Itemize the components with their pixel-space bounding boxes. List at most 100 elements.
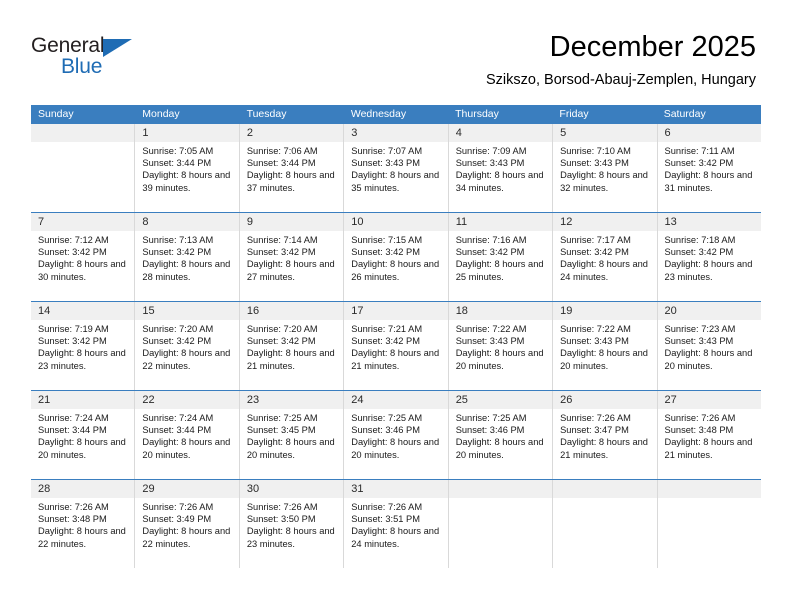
weekday-header-tuesday: Tuesday xyxy=(246,108,287,120)
day-cell[interactable]: 4 Sunrise: 7:09 AM Sunset: 3:43 PM Daylight… xyxy=(448,124,554,212)
day-sun-info: Sunrise: 7:25 AM Sunset: 3:45 PM Daylight:… xyxy=(240,409,343,461)
day-cell[interactable]: 17 Sunrise: 7:21 AM Sunset: 3:42 PM Dayligh… xyxy=(344,302,449,390)
day-number: 5 xyxy=(553,124,657,142)
day-cell[interactable]: 10 Sunrise: 7:15 AM Sunset: 3:42 PM Dayligh… xyxy=(344,213,449,301)
day-cell[interactable]: 5 Sunrise: 7:10 AM Sunset: 3:43 PM Daylight… xyxy=(553,124,658,212)
sunrise-text: Sunrise: 7:17 AM xyxy=(560,235,631,245)
daylight-text: Daylight: 8 hours and 20 minutes. xyxy=(560,348,648,371)
day-cell[interactable]: 1 Sunrise: 7:05 AM Sunset: 3:44 PM Daylight… xyxy=(135,124,240,212)
day-sun-info: Sunrise: 7:12 AM Sunset: 3:42 PM Daylight:… xyxy=(31,231,134,283)
day-sun-info: Sunrise: 7:25 AM Sunset: 3:46 PM Daylight:… xyxy=(344,409,447,461)
day-cell[interactable]: 20 Sunrise: 7:23 AM Sunset: 3:43 PM Dayligh… xyxy=(657,302,761,390)
sunset-text: Sunset: 3:44 PM xyxy=(38,425,107,436)
day-cell[interactable]: 31 Sunrise: 7:26 AM Sunset: 3:51 PM Dayligh… xyxy=(344,480,449,568)
general-blue-logo: General Blue xyxy=(31,34,161,82)
sunset-text: Sunset: 3:43 PM xyxy=(560,336,629,347)
sunrise-text: Sunrise: 7:11 AM xyxy=(664,146,735,156)
sunrise-text: Sunrise: 7:25 AM xyxy=(246,413,318,423)
day-cell[interactable]: 26 Sunrise: 7:26 AM Sunset: 3:47 PM Dayligh… xyxy=(553,391,658,479)
sunset-text: Sunset: 3:45 PM xyxy=(246,425,316,436)
day-cell[interactable]: 18 Sunrise: 7:22 AM Sunset: 3:43 PM Dayligh… xyxy=(448,302,554,390)
day-number: 2 xyxy=(239,124,344,142)
day-number: 20 xyxy=(657,302,761,320)
day-number: 10 xyxy=(344,213,448,231)
day-number: 16 xyxy=(239,302,344,320)
day-cell[interactable]: 12 Sunrise: 7:17 AM Sunset: 3:42 PM Dayligh… xyxy=(553,213,658,301)
day-number: 4 xyxy=(448,124,553,142)
day-sun-info: Sunrise: 7:24 AM Sunset: 3:44 PM Daylight:… xyxy=(135,409,238,461)
day-number: 6 xyxy=(657,124,761,142)
day-cell[interactable]: 24 Sunrise: 7:25 AM Sunset: 3:46 PM Dayligh… xyxy=(344,391,449,479)
sunset-text: Sunset: 3:43 PM xyxy=(455,158,525,169)
day-cell[interactable]: 7 Sunrise: 7:12 AM Sunset: 3:42 PM Daylight… xyxy=(31,213,136,301)
day-sun-info: Sunrise: 7:17 AM Sunset: 3:42 PM Daylight:… xyxy=(553,231,656,283)
sunset-text: Sunset: 3:44 PM xyxy=(142,425,212,436)
day-sun-info: Sunrise: 7:25 AM Sunset: 3:46 PM Daylight:… xyxy=(449,409,552,461)
day-cell[interactable]: 14 Sunrise: 7:19 AM Sunset: 3:42 PM Dayligh… xyxy=(31,302,136,390)
sunrise-text: Sunrise: 7:12 AM xyxy=(38,235,109,245)
day-number: 15 xyxy=(135,302,239,320)
day-cell[interactable]: 30 Sunrise: 7:26 AM Sunset: 3:50 PM Dayligh… xyxy=(239,480,345,568)
day-sun-info: Sunrise: 7:20 AM Sunset: 3:42 PM Daylight:… xyxy=(240,320,343,372)
sunset-text: Sunset: 3:51 PM xyxy=(351,514,420,525)
day-cell[interactable]: 22 Sunrise: 7:24 AM Sunset: 3:44 PM Dayligh… xyxy=(135,391,240,479)
day-cell[interactable]: 21 Sunrise: 7:24 AM Sunset: 3:44 PM Dayligh… xyxy=(31,391,136,479)
day-number: 27 xyxy=(657,391,761,409)
daylight-text: Daylight: 8 hours and 24 minutes. xyxy=(351,526,440,549)
sunset-text: Sunset: 3:43 PM xyxy=(664,336,734,347)
day-number: 24 xyxy=(344,391,448,409)
sunrise-text: Sunrise: 7:26 AM xyxy=(38,502,109,512)
day-cell[interactable]: 25 Sunrise: 7:25 AM Sunset: 3:46 PM Dayligh… xyxy=(448,391,554,479)
weekday-header-thursday: Thursday xyxy=(455,108,499,120)
day-sun-info: Sunrise: 7:21 AM Sunset: 3:42 PM Daylight:… xyxy=(344,320,447,372)
day-sun-info: Sunrise: 7:11 AM Sunset: 3:42 PM Daylight:… xyxy=(658,142,761,194)
day-cell[interactable]: 6 Sunrise: 7:11 AM Sunset: 3:42 PM Daylight… xyxy=(657,124,761,212)
day-number: 12 xyxy=(553,213,657,231)
day-cell[interactable]: 8 Sunrise: 7:13 AM Sunset: 3:42 PM Daylight… xyxy=(135,213,240,301)
day-cell[interactable]: 23 Sunrise: 7:25 AM Sunset: 3:45 PM Dayligh… xyxy=(239,391,345,479)
day-cell[interactable]: 16 Sunrise: 7:20 AM Sunset: 3:42 PM Dayligh… xyxy=(239,302,345,390)
daylight-text: Daylight: 8 hours and 35 minutes. xyxy=(351,170,440,193)
day-cell-empty xyxy=(31,124,136,212)
sunrise-text: Sunrise: 7:26 AM xyxy=(664,413,736,423)
day-sun-info: Sunrise: 7:26 AM Sunset: 3:48 PM Daylight:… xyxy=(658,409,761,461)
sunrise-text: Sunrise: 7:25 AM xyxy=(455,413,527,423)
day-cell-empty xyxy=(553,480,658,568)
day-cell[interactable]: 2 Sunrise: 7:06 AM Sunset: 3:44 PM Daylight… xyxy=(239,124,345,212)
daylight-text: Daylight: 8 hours and 24 minutes. xyxy=(560,259,648,282)
page-subtitle: Szikszo, Borsod-Abauj-Zemplen, Hungary xyxy=(486,72,756,88)
day-cell[interactable]: 13 Sunrise: 7:18 AM Sunset: 3:42 PM Dayligh… xyxy=(657,213,761,301)
sunset-text: Sunset: 3:46 PM xyxy=(351,425,420,436)
daylight-text: Daylight: 8 hours and 20 minutes. xyxy=(246,437,335,460)
day-sun-info: Sunrise: 7:24 AM Sunset: 3:44 PM Daylight:… xyxy=(31,409,134,461)
day-number xyxy=(657,480,761,498)
day-number: 7 xyxy=(31,213,135,231)
sunrise-text: Sunrise: 7:05 AM xyxy=(142,146,214,156)
day-cell[interactable]: 28 Sunrise: 7:26 AM Sunset: 3:48 PM Dayligh… xyxy=(31,480,136,568)
day-cell[interactable]: 27 Sunrise: 7:26 AM Sunset: 3:48 PM Dayligh… xyxy=(657,391,761,479)
sunrise-text: Sunrise: 7:24 AM xyxy=(142,413,214,423)
day-cell[interactable]: 9 Sunrise: 7:14 AM Sunset: 3:42 PM Daylight… xyxy=(239,213,345,301)
sunset-text: Sunset: 3:42 PM xyxy=(246,247,316,258)
day-cell[interactable]: 29 Sunrise: 7:26 AM Sunset: 3:49 PM Dayligh… xyxy=(135,480,240,568)
day-sun-info: Sunrise: 7:15 AM Sunset: 3:42 PM Daylight:… xyxy=(344,231,447,283)
sunset-text: Sunset: 3:42 PM xyxy=(351,336,420,347)
daylight-text: Daylight: 8 hours and 22 minutes. xyxy=(38,526,126,549)
calendar-week-row: 14 Sunrise: 7:19 AM Sunset: 3:42 PM Dayligh… xyxy=(31,301,761,390)
sunset-text: Sunset: 3:42 PM xyxy=(246,336,316,347)
weekday-header-friday: Friday xyxy=(559,108,589,120)
sunset-text: Sunset: 3:42 PM xyxy=(560,247,629,258)
calendar-grid: Sunday Monday Tuesday Wednesday Thursday… xyxy=(31,105,761,568)
day-cell[interactable]: 15 Sunrise: 7:20 AM Sunset: 3:42 PM Dayligh… xyxy=(135,302,240,390)
day-cell[interactable]: 11 Sunrise: 7:16 AM Sunset: 3:42 PM Dayligh… xyxy=(448,213,554,301)
sunrise-text: Sunrise: 7:22 AM xyxy=(455,324,527,334)
daylight-text: Daylight: 8 hours and 31 minutes. xyxy=(664,170,753,193)
day-cell[interactable]: 19 Sunrise: 7:22 AM Sunset: 3:43 PM Dayligh… xyxy=(553,302,658,390)
sunset-text: Sunset: 3:43 PM xyxy=(560,158,629,169)
sunrise-text: Sunrise: 7:20 AM xyxy=(142,324,214,334)
sunset-text: Sunset: 3:42 PM xyxy=(142,336,212,347)
day-number: 30 xyxy=(239,480,344,498)
day-cell[interactable]: 3 Sunrise: 7:07 AM Sunset: 3:43 PM Daylight… xyxy=(344,124,449,212)
calendar-week-row: 21 Sunrise: 7:24 AM Sunset: 3:44 PM Dayligh… xyxy=(31,390,761,479)
day-sun-info: Sunrise: 7:26 AM Sunset: 3:51 PM Daylight:… xyxy=(344,498,447,550)
